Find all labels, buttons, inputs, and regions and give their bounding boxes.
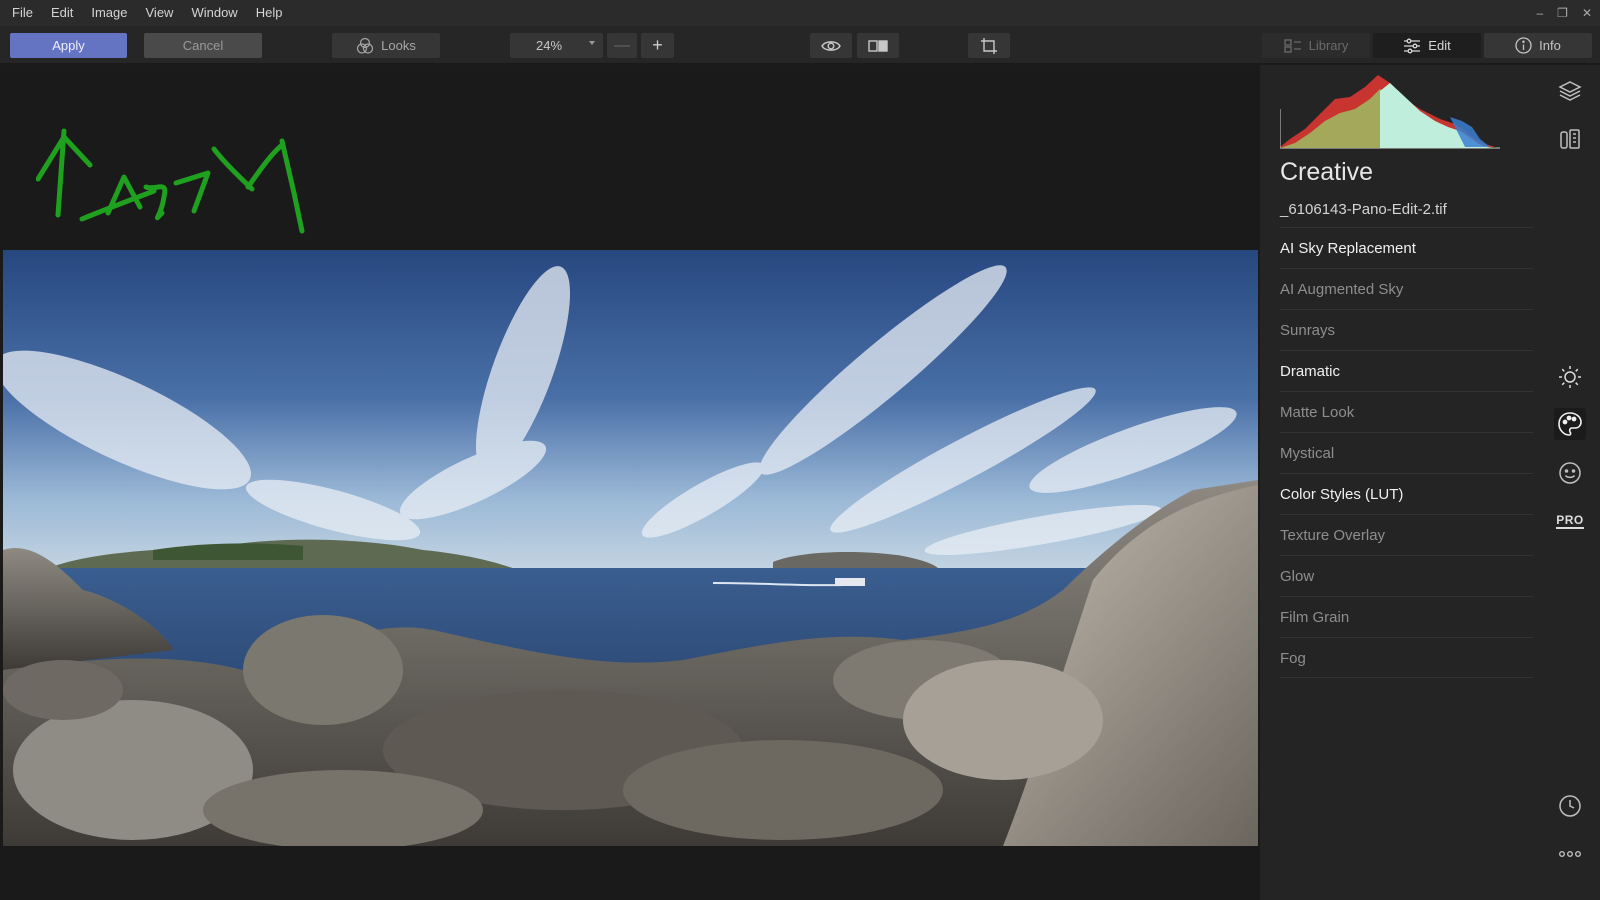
histogram: [1280, 75, 1500, 149]
zoom-in-button[interactable]: +: [641, 33, 674, 58]
history-icon[interactable]: [1554, 790, 1586, 822]
menu-image[interactable]: Image: [82, 0, 136, 26]
tool-film-grain[interactable]: Film Grain: [1280, 596, 1533, 637]
file-name: _6106143-Pano-Edit-2.tif: [1280, 201, 1447, 218]
tool-fog[interactable]: Fog: [1280, 637, 1533, 678]
chevron-down-icon: [589, 41, 595, 45]
zoom-out-button[interactable]: —: [607, 33, 637, 58]
info-label: Info: [1539, 38, 1561, 53]
creative-panel: Creative _6106143-Pano-Edit-2.tif AI Sky…: [1260, 65, 1540, 900]
close-button[interactable]: ✕: [1582, 6, 1592, 20]
tool-matte-look[interactable]: Matte Look: [1280, 391, 1533, 432]
preview-button[interactable]: [810, 33, 852, 58]
edit-label: Edit: [1428, 38, 1451, 53]
tool-category-rail: PRO: [1540, 65, 1600, 900]
window-controls: – ❐ ✕: [1536, 0, 1592, 26]
panorama-photo: [3, 250, 1258, 846]
looks-label: Looks: [381, 38, 416, 53]
tool-ai-sky-replacement[interactable]: AI Sky Replacement: [1280, 227, 1533, 268]
menu-bar: File Edit Image View Window Help – ❐ ✕: [0, 0, 1600, 26]
tool-mystical[interactable]: Mystical: [1280, 432, 1533, 473]
minimize-button[interactable]: –: [1536, 6, 1543, 20]
tool-texture-overlay[interactable]: Texture Overlay: [1280, 514, 1533, 555]
info-tab[interactable]: Info: [1484, 33, 1592, 58]
presets-icon[interactable]: [1554, 123, 1586, 155]
apply-button[interactable]: Apply: [10, 33, 127, 58]
menu-window[interactable]: Window: [182, 0, 246, 26]
panel-title: Creative: [1280, 158, 1374, 186]
zoom-value: 24%: [536, 38, 563, 53]
menu-file[interactable]: File: [0, 0, 42, 26]
tool-dramatic[interactable]: Dramatic: [1280, 350, 1533, 391]
tool-color-styles-lut[interactable]: Color Styles (LUT): [1280, 473, 1533, 514]
restore-button[interactable]: ❐: [1557, 6, 1568, 20]
handwritten-apply-annotation: [36, 128, 305, 234]
menu-help[interactable]: Help: [247, 0, 292, 26]
crop-button[interactable]: [968, 33, 1010, 58]
info-icon: [1515, 37, 1532, 54]
tool-sunrays[interactable]: Sunrays: [1280, 309, 1533, 350]
looks-icon: [357, 37, 374, 54]
menu-edit[interactable]: Edit: [42, 0, 82, 26]
compare-button[interactable]: [857, 33, 899, 58]
library-tab[interactable]: Library: [1262, 33, 1370, 58]
menu-view[interactable]: View: [137, 0, 183, 26]
palette-icon[interactable]: [1554, 408, 1586, 440]
pro-label: PRO: [1556, 512, 1584, 529]
sliders-icon: [1404, 38, 1421, 53]
toolbar: Apply Cancel Looks 24% — + Library Edit …: [0, 26, 1600, 64]
pro-icon[interactable]: PRO: [1554, 505, 1586, 537]
zoom-select[interactable]: 24%: [510, 33, 603, 58]
face-icon[interactable]: [1554, 457, 1586, 489]
tool-glow[interactable]: Glow: [1280, 555, 1533, 596]
edit-tab[interactable]: Edit: [1373, 33, 1481, 58]
layers-icon[interactable]: [1554, 75, 1586, 107]
sun-icon[interactable]: [1554, 361, 1586, 393]
library-label: Library: [1308, 38, 1349, 53]
looks-button[interactable]: Looks: [332, 33, 440, 58]
more-icon[interactable]: [1554, 838, 1586, 870]
crop-icon: [981, 37, 997, 54]
compare-icon: [868, 39, 888, 52]
eye-icon: [821, 40, 841, 51]
image-canvas[interactable]: [0, 65, 1258, 900]
cancel-button[interactable]: Cancel: [144, 33, 262, 58]
library-icon: [1283, 38, 1301, 53]
creative-tools-list: AI Sky Replacement AI Augmented Sky Sunr…: [1280, 227, 1533, 678]
tool-ai-augmented-sky[interactable]: AI Augmented Sky: [1280, 268, 1533, 309]
